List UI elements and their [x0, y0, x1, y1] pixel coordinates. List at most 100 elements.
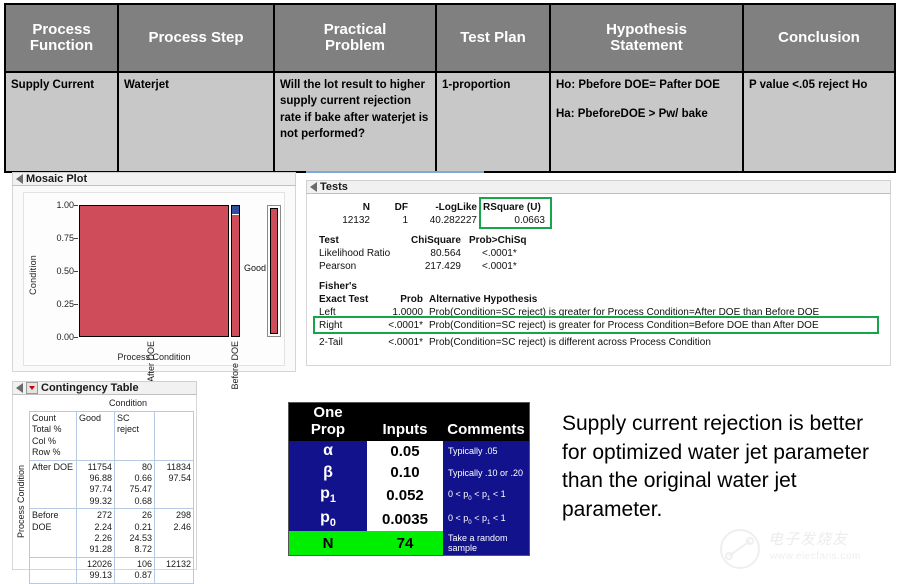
total-pct: 97.54 — [168, 473, 191, 484]
problem-statement-matrix: Process Function Process Step Practical … — [4, 3, 896, 173]
summary-header-df: DF — [394, 202, 408, 213]
one-prop-header-row: One Prop Inputs Comments — [289, 403, 529, 441]
contingency-col-header-total — [154, 411, 194, 461]
red-triangle-menu-icon[interactable] — [26, 382, 38, 394]
contingency-table-panel: Contingency Table Condition Process Cond… — [12, 381, 197, 584]
watermark-url: www.elecfans.com — [770, 551, 861, 562]
total-pct: 2.24 — [94, 521, 112, 532]
symbol-p1: p1 — [289, 483, 367, 508]
count: 272 — [96, 510, 112, 521]
hypothesis-alternative: Ha: PbeforeDOE > Pw/ bake — [556, 108, 708, 121]
mosaic-tile-before-doe — [231, 205, 240, 337]
disclosure-triangle-icon[interactable] — [16, 174, 23, 184]
one-prop-header-comments: Comments — [443, 403, 529, 441]
one-prop-row-p1: p1 0.052 0 < p0 < p1 < 1 — [289, 483, 529, 508]
symbol-p0: p0 — [289, 507, 367, 532]
test-row-chisq-pearson: 217.429 — [424, 261, 461, 272]
value-p1[interactable]: 0.052 — [367, 483, 443, 508]
col-pct: 97.74 — [89, 484, 112, 495]
comment-p0: 0 < p0 < p1 < 1 — [443, 507, 529, 532]
header-line-2: Problem — [324, 37, 385, 54]
tests-panel-body: N DF -LogLike RSquare (U) 12132 1 40.282… — [306, 194, 891, 366]
matrix-header-row: Process Function Process Step Practical … — [4, 3, 896, 73]
value-beta[interactable]: 0.10 — [367, 461, 443, 484]
table-row-legend: Count Total % Col % Row % Good SC reject — [29, 411, 194, 461]
tests-panel-header[interactable]: Tests — [306, 180, 891, 194]
test-row-prob-pearson: <.0001* — [482, 261, 517, 272]
matrix-data-row: Supply Current Waterjet Will the lot res… — [4, 71, 896, 173]
comment-n: Take a random sample — [443, 531, 529, 555]
mosaic-plot-frame: Condition 1.00 0.75 0.50 0.25 0.00 Good — [23, 192, 285, 390]
disclosure-triangle-icon[interactable] — [310, 182, 317, 192]
count: 298 — [175, 510, 191, 521]
header-line-1: Hypothesis — [606, 20, 687, 38]
disclosure-triangle-icon[interactable] — [16, 383, 23, 393]
header-line-2: Function — [29, 37, 94, 54]
column-header-hypothesis-statement: Hypothesis Statement — [549, 3, 744, 73]
y-tick-2: 0.75 — [56, 233, 74, 243]
symbol-subscript: 1 — [329, 493, 336, 506]
highlight-box-fishers-right — [313, 316, 879, 334]
mosaic-y-ticks: 1.00 0.75 0.50 0.25 0.00 — [38, 193, 74, 342]
cell-after-doe-good: 11754 96.88 97.74 99.32 — [76, 459, 115, 510]
header-line-1: One — [313, 404, 343, 421]
contingency-table-title: Contingency Table — [41, 382, 139, 394]
row-label-before-doe: Before DOE — [29, 508, 77, 558]
test-header-probchisq: Prob>ChiSq — [469, 235, 527, 246]
column-header-test-plan: Test Plan — [435, 3, 551, 73]
column-header-practical-problem: Practical Problem — [273, 3, 437, 73]
y-tickmark-1 — [74, 205, 78, 206]
table-row: After DOE 11754 96.88 97.74 99.32 80 0.6… — [29, 459, 194, 510]
header-line-2: Statement — [610, 37, 683, 54]
cell-conclusion: P value <.05 reject Ho — [742, 71, 896, 173]
tests-panel: Tests N DF -LogLike RSquare (U) 12132 1 … — [306, 171, 891, 370]
count: 12132 — [165, 558, 191, 569]
fishers-header-alt: Alternative Hypothesis — [429, 294, 538, 305]
cell-process-step: Waterjet — [117, 71, 275, 173]
cell-process-function: Supply Current — [4, 71, 119, 173]
fishers-row-side-2tail: 2-Tail — [319, 337, 343, 348]
conclusion-statement: Supply current rejection is better for o… — [562, 412, 869, 521]
cell-after-doe-total: 11834 97.54 — [154, 459, 194, 510]
mosaic-y-axis-label: Condition — [28, 255, 38, 295]
mosaic-tile-before-doe-good — [232, 215, 239, 336]
value-alpha[interactable]: 0.05 — [367, 440, 443, 462]
y-tickmark-3 — [74, 271, 78, 272]
column-header-process-function: Process Function — [4, 3, 119, 73]
y-tick-4: 0.25 — [56, 299, 74, 309]
col-pct: 24.53 — [129, 533, 152, 544]
cell-totals-grand: 12132 — [154, 556, 194, 584]
test-row-prob-likelihood: <.0001* — [482, 248, 517, 259]
highlight-box-rsquare — [479, 197, 552, 229]
summary-value-n: 12132 — [342, 215, 370, 226]
header-line-1: Process — [32, 20, 91, 38]
mosaic-x-axis-label: Process Condition — [117, 352, 191, 362]
column-header-conclusion: Conclusion — [742, 3, 896, 73]
count: 106 — [136, 558, 152, 569]
legend-key-col: Col % — [32, 435, 57, 446]
y-tickmark-2 — [74, 238, 78, 239]
contingency-col-header-sc-reject: SC reject — [114, 411, 155, 461]
contingency-table-panel-header[interactable]: Contingency Table — [12, 381, 197, 395]
value-p0[interactable]: 0.0035 — [367, 507, 443, 532]
col-pct: 2.26 — [94, 533, 112, 544]
one-prop-header-inputs: Inputs — [367, 403, 443, 441]
cell-practical-problem: Will the lot result to higher supply cur… — [273, 71, 437, 173]
table-row: Before DOE 272 2.24 2.26 91.28 26 0.21 2… — [29, 508, 194, 558]
summary-header-loglike: -LogLike — [435, 202, 477, 213]
test-row-name-likelihood: Likelihood Ratio — [319, 248, 391, 259]
header-line-2: Prop — [310, 420, 346, 438]
column-header-process-step: Process Step — [117, 3, 275, 73]
comment-beta: Typically .10 or .20 — [443, 461, 529, 484]
fishers-header-prob: Prob — [400, 294, 423, 305]
summary-value-df: 1 — [402, 215, 408, 226]
row-pct: 0.68 — [134, 495, 152, 506]
row-label-after-doe: After DOE — [29, 459, 77, 510]
watermark-logo-icon — [720, 529, 760, 569]
tests-title: Tests — [320, 181, 348, 193]
symbol-alpha: α — [289, 440, 367, 462]
count: 11834 — [166, 461, 191, 472]
y-tickmark-4 — [74, 304, 78, 305]
fishers-row-alt-2tail: Prob(Condition=SC reject) is different a… — [429, 337, 711, 348]
mosaic-plot-panel-header[interactable]: Mosaic Plot — [12, 172, 296, 186]
